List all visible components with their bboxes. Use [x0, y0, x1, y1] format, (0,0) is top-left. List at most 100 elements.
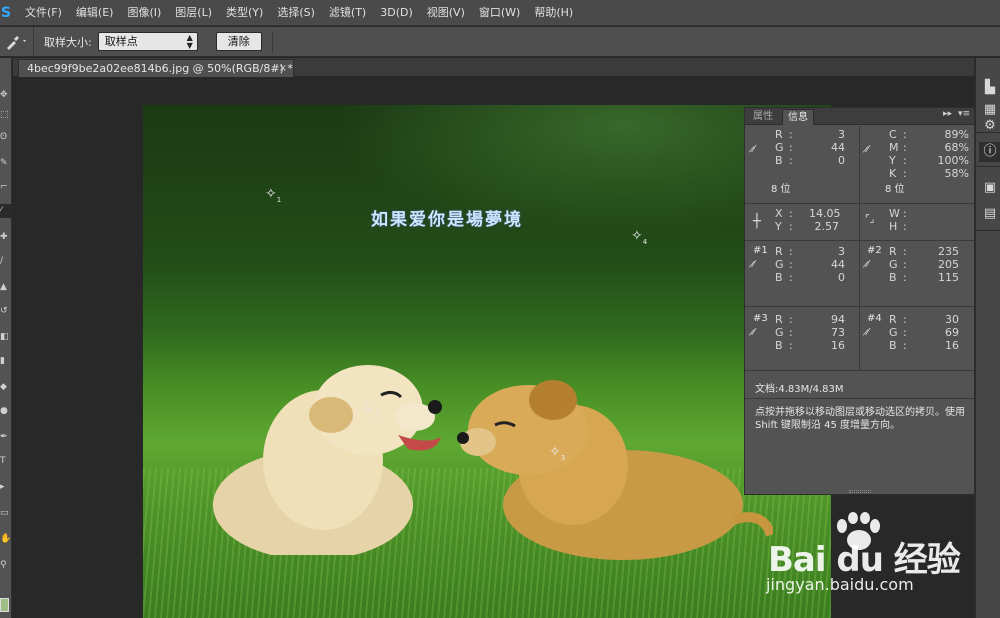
divider — [745, 398, 974, 399]
options-bar: 取样大小: 取样点 ▲ ▼ 清除 — [0, 26, 1000, 57]
sampler-1-label: #1 — [753, 245, 768, 256]
tab-properties[interactable]: 属性 — [748, 109, 778, 125]
readout-r: R:3 — [775, 128, 845, 141]
sampler-2-b: B:115 — [889, 271, 959, 284]
readout-k: K:58% — [889, 167, 969, 180]
path-select-tool-icon[interactable]: ▸ — [0, 480, 12, 494]
eyedropper-icon[interactable]: ⁄̷ — [867, 327, 869, 338]
info-panel: 属性 信息 ▸▸ ▾≡ ⁄̷ R:3 G:44 B:0 8 位 ⁄̷ C:89%… — [744, 107, 975, 495]
pen-tool-icon[interactable]: ✒ — [0, 430, 12, 444]
sampler-4-b: B:16 — [889, 339, 959, 352]
marquee-tool-icon[interactable]: ⬚ — [0, 108, 12, 122]
golden-puppy — [457, 380, 773, 560]
color-sampler-marker-4[interactable]: ✧4 — [631, 229, 647, 249]
color-sampler-marker-2[interactable]: ✧2 — [362, 403, 378, 423]
menu-layer[interactable]: 图层(L) — [168, 0, 219, 26]
menu-file[interactable]: 文件(F) — [18, 0, 69, 26]
properties-icon[interactable]: ⚙ — [979, 116, 1000, 136]
cream-puppy — [213, 365, 442, 555]
menu-type[interactable]: 类型(Y) — [219, 0, 270, 26]
menu-edit[interactable]: 编辑(E) — [69, 0, 121, 26]
readout-y-coord: Y:2.57 — [775, 220, 839, 233]
tab-info[interactable]: 信息 — [782, 109, 814, 125]
eyedropper-icon[interactable]: ⁄̷ — [867, 144, 869, 155]
quick-select-tool-icon[interactable]: ✎ — [0, 156, 12, 170]
document-tab-title: 4bec99f9be2a02ee814b6.jpg @ 50%(RGB/8#) … — [27, 62, 293, 75]
sampler-1-r: R:3 — [775, 245, 845, 258]
collapse-panel-icon[interactable]: ▸▸ — [943, 109, 952, 119]
color-sampler-icon — [6, 35, 26, 50]
histogram-icon[interactable]: ▙ — [979, 78, 1000, 98]
shape-tool-icon[interactable]: ▭ — [0, 506, 12, 520]
tool-hint-text: 点按并拖移以移动图层或移动选区的拷贝。使用 Shift 键限制沿 45 度增量方… — [755, 407, 965, 431]
healing-tool-icon[interactable]: ✚ — [0, 230, 12, 244]
divider — [859, 307, 860, 370]
gradient-tool-icon[interactable]: ▮ — [0, 354, 12, 368]
document-tab-bar: 4bec99f9be2a02ee814b6.jpg @ 50%(RGB/8#) … — [13, 58, 974, 77]
close-icon[interactable]: × — [279, 60, 287, 78]
zoom-tool-icon[interactable]: ⚲ — [0, 558, 12, 572]
options-separator — [271, 30, 273, 53]
eyedropper-icon[interactable]: ⁄̷ — [753, 259, 755, 270]
crosshair-icon: ┼ — [753, 214, 761, 229]
foreground-color-swatch[interactable] — [0, 598, 9, 612]
readout-b: B:0 — [775, 154, 845, 167]
move-tool-icon[interactable]: ✥ — [0, 88, 12, 102]
eyedropper-icon[interactable]: ⁄̷ — [753, 144, 755, 155]
info-icon[interactable]: ⓘ — [979, 142, 1000, 162]
sampler-4-label: #4 — [867, 313, 882, 324]
menu-select[interactable]: 选择(S) — [270, 0, 322, 26]
sampler-3-g: G:73 — [775, 326, 845, 339]
type-tool-icon[interactable]: T — [0, 454, 12, 468]
menu-filter[interactable]: 滤镜(T) — [322, 0, 373, 26]
readout-m: M:68% — [889, 141, 969, 154]
dodge-tool-icon[interactable]: ● — [0, 404, 12, 418]
history-brush-tool-icon[interactable]: ↺ — [0, 304, 12, 318]
document-size-readout: 文档:4.83M/4.83M — [755, 384, 844, 395]
panel-tab-bar: 属性 信息 ▸▸ ▾≡ — [745, 108, 974, 125]
eyedropper-icon[interactable]: ⁄̷ — [867, 259, 869, 270]
right-panel-dock: ▙ ▦ ⚙ ⓘ ▣ ▤ — [975, 58, 1000, 618]
lasso-tool-icon[interactable]: ʘ — [0, 130, 12, 144]
watermark-logo-text: Bai du 经验 — [768, 540, 961, 580]
crop-tool-icon[interactable]: ⌐ — [0, 180, 12, 194]
eyedropper-tool-icon[interactable]: ⁄ — [0, 204, 12, 218]
divider — [976, 230, 1000, 231]
divider — [745, 370, 974, 371]
menu-view[interactable]: 视图(V) — [420, 0, 472, 26]
tool-preset-picker[interactable] — [0, 26, 34, 57]
readout-x: X:14.05 — [775, 207, 841, 220]
sampler-2-label: #2 — [867, 245, 882, 256]
panel-resize-grip[interactable] — [849, 490, 871, 493]
sampler-1-g: G:44 — [775, 258, 845, 271]
sampler-4-r: R:30 — [889, 313, 959, 326]
eraser-tool-icon[interactable]: ◧ — [0, 330, 12, 344]
eyedropper-icon[interactable]: ⁄̷ — [753, 327, 755, 338]
readout-c: C:89% — [889, 128, 969, 141]
layers-icon[interactable]: ▣ — [979, 178, 1000, 198]
clear-button[interactable]: 清除 — [215, 32, 262, 51]
menu-3d[interactable]: 3D(D) — [373, 0, 420, 26]
divider — [859, 241, 860, 306]
document-tab[interactable]: 4bec99f9be2a02ee814b6.jpg @ 50%(RGB/8#) … — [18, 59, 294, 77]
selection-size-icon: ⌜⌟ — [865, 214, 875, 225]
brush-tool-icon[interactable]: / — [0, 254, 12, 268]
paragraph-icon[interactable]: ▤ — [979, 204, 1000, 224]
menu-image[interactable]: 图像(I) — [120, 0, 168, 26]
sampler-3-r: R:94 — [775, 313, 845, 326]
readout-y: Y:100% — [889, 154, 969, 167]
color-sampler-marker-3[interactable]: ✧3 — [549, 445, 565, 465]
hand-tool-icon[interactable]: ✋ — [0, 532, 12, 546]
stamp-tool-icon[interactable]: ▲ — [0, 280, 12, 294]
color-sampler-marker-1[interactable]: ✧1 — [265, 187, 281, 207]
sampler-3-b: B:16 — [775, 339, 845, 352]
menu-window[interactable]: 窗口(W) — [472, 0, 527, 26]
menu-help[interactable]: 帮助(H) — [527, 0, 580, 26]
readout-w: W: — [889, 207, 907, 220]
sample-size-select[interactable]: 取样点 ▲ ▼ — [97, 32, 198, 51]
sampler-2-r: R:235 — [889, 245, 959, 258]
document-image[interactable]: 如果爱你是場夢境 ✧1 ✧4 ✧2 ✧3 — [143, 105, 831, 618]
sampler-1-b: B:0 — [775, 271, 845, 284]
blur-tool-icon[interactable]: ◆ — [0, 380, 12, 394]
panel-menu-icon[interactable]: ▾≡ — [958, 109, 970, 119]
